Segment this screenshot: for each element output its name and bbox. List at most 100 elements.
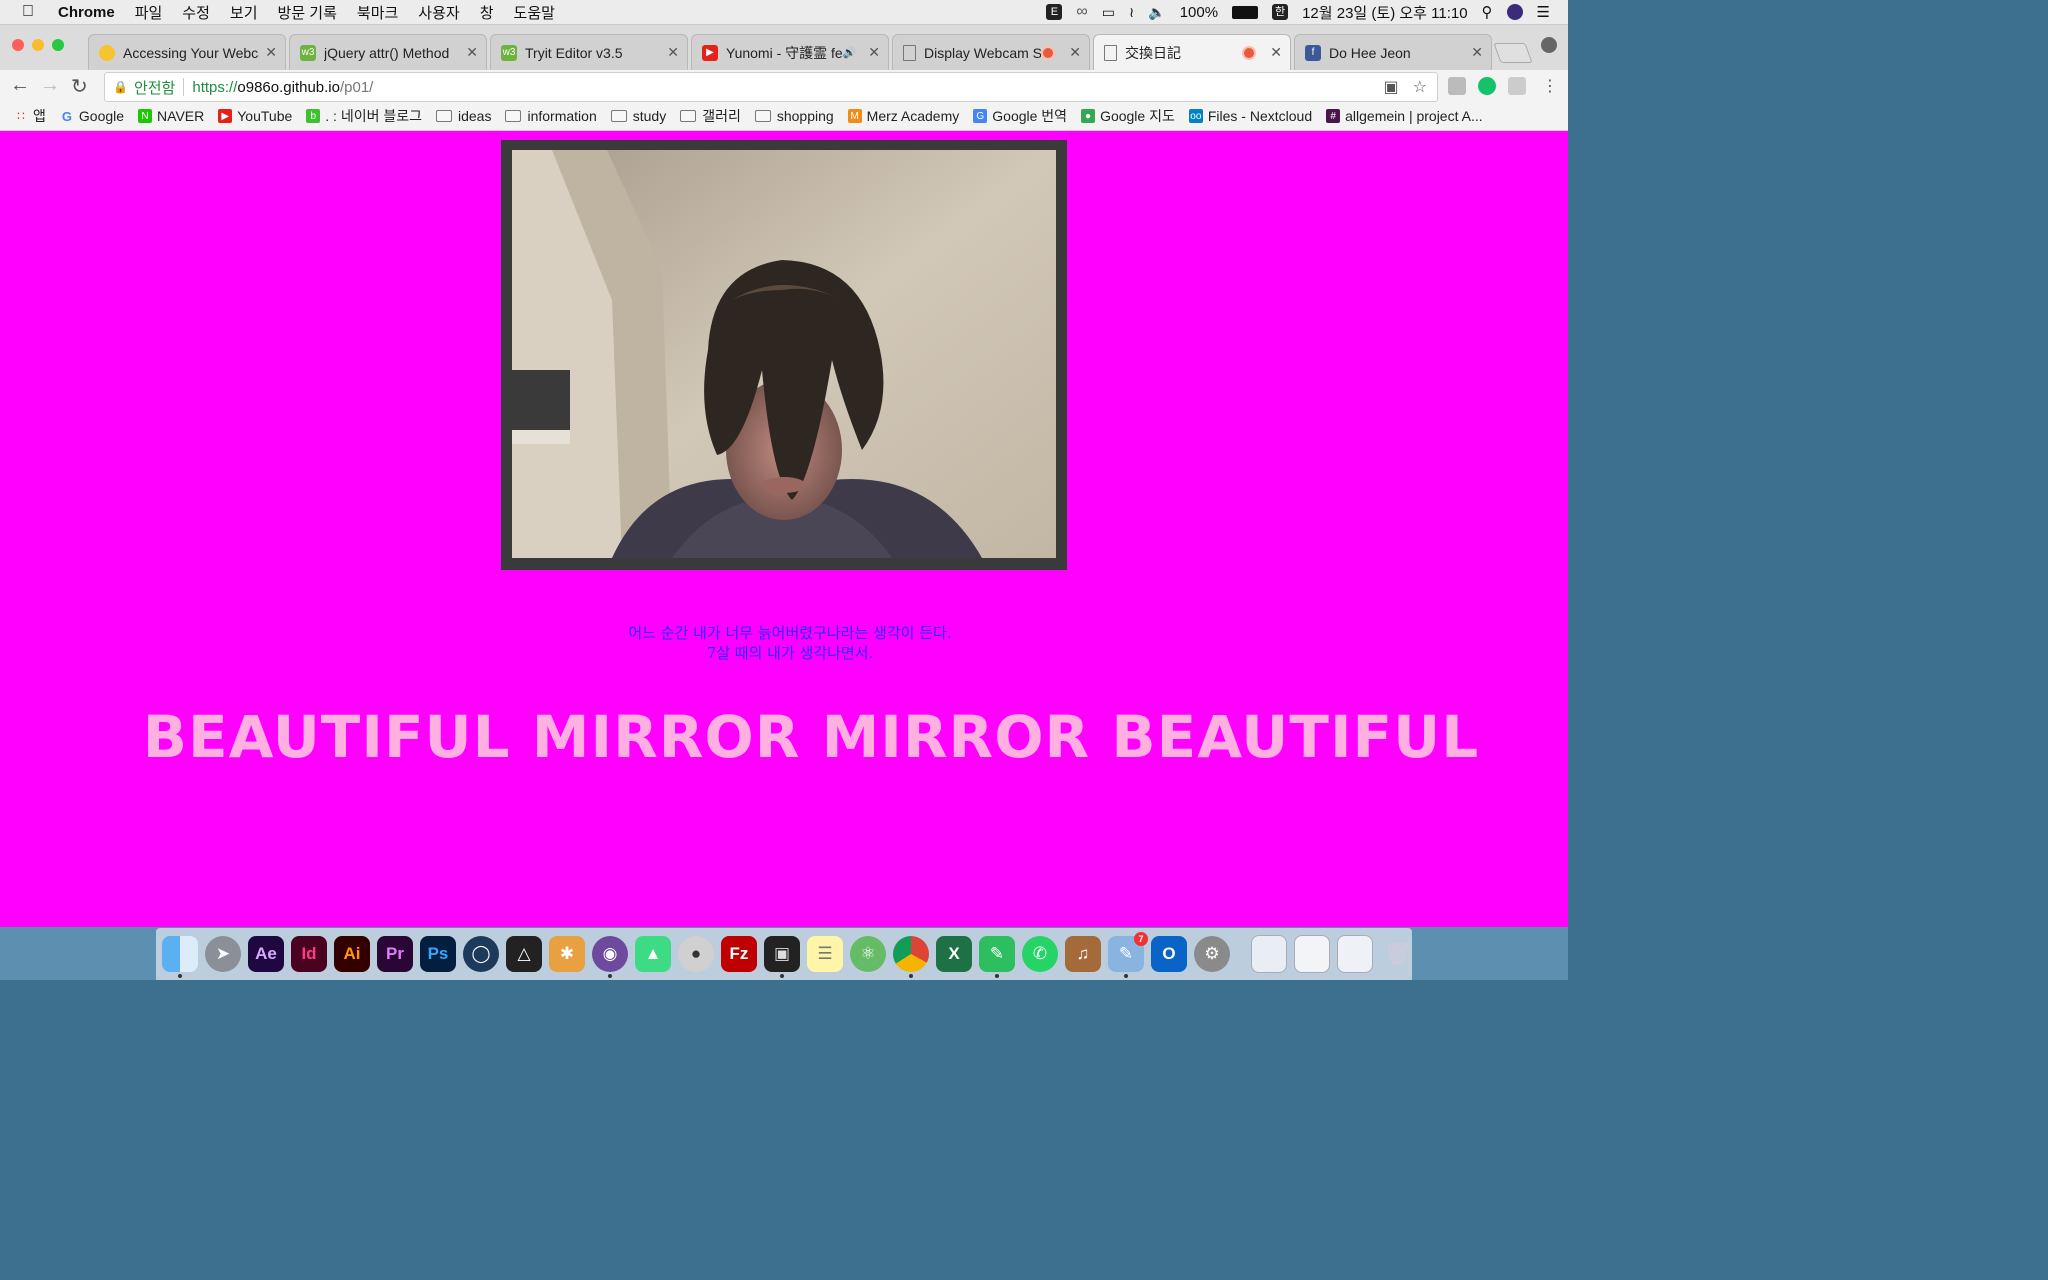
tab-do-hee-jeon[interactable]: f Do Hee Jeon ✕ (1294, 34, 1492, 70)
camera-in-use-icon[interactable]: ▣ (1384, 77, 1399, 97)
photoshop-icon[interactable]: Ps (420, 936, 456, 972)
tab-accessing-webcam[interactable]: Accessing Your Webca ✕ (88, 34, 286, 70)
new-tab-button[interactable] (1493, 43, 1533, 63)
premiere-icon[interactable]: Pr (377, 936, 413, 972)
github-icon[interactable]: ◉ (592, 936, 628, 978)
address-bar[interactable]: 🔒 안전함 https:// o986o.github.io /p01/ ▣ ☆ (104, 72, 1438, 102)
tab-tryit-editor[interactable]: w3 Tryit Editor v3.5 ✕ (490, 34, 688, 70)
close-tab-icon[interactable]: ✕ (868, 44, 880, 61)
bookmark-folder-study[interactable]: study (610, 108, 666, 124)
tab-jquery-attr[interactable]: w3 jQuery attr() Method ✕ (289, 34, 487, 70)
menu-help[interactable]: 도움말 (514, 2, 555, 23)
filezilla-icon[interactable]: Fz (721, 936, 757, 972)
after-effects-icon[interactable]: Ae (248, 936, 284, 972)
launchpad-icon[interactable]: ➤ (205, 936, 241, 972)
reload-icon[interactable]: ↻ (71, 74, 88, 99)
bookmark-folder-information[interactable]: information (505, 108, 597, 124)
zoom-window-button[interactable] (52, 39, 64, 51)
app-menu[interactable]: Chrome (58, 4, 115, 21)
bookmark-google-translate[interactable]: G Google 번역 (973, 106, 1067, 126)
extension-icon[interactable] (1508, 77, 1526, 95)
android-studio-icon[interactable]: ▲ (635, 936, 671, 972)
close-tab-icon[interactable]: ✕ (667, 44, 679, 61)
menu-people[interactable]: 사용자 (418, 2, 459, 23)
lock-icon[interactable]: 🔒 (113, 80, 128, 94)
audio-playing-icon[interactable]: 🔊 (843, 46, 857, 59)
bookmark-apps[interactable]: ∷ 앱 (14, 106, 46, 126)
close-tab-icon[interactable]: ✕ (466, 44, 478, 61)
nextcloud-icon: oo (1188, 109, 1203, 123)
bookmark-merz-academy[interactable]: M Merz Academy (847, 108, 959, 124)
folder-icon (680, 110, 697, 122)
tab-exchange-diary[interactable]: 交換日記 ✕ (1093, 34, 1291, 70)
downloads-stack-icon[interactable] (1251, 935, 1287, 973)
close-tab-icon[interactable]: ✕ (1270, 44, 1282, 61)
processing-icon[interactable]: ▣ (764, 936, 800, 978)
tab-yunomi[interactable]: ▶ Yunomi - 守護霊 feat 🔊 ✕ (691, 34, 889, 70)
wifi-icon[interactable]: ≀ (1129, 4, 1134, 21)
forward-arrow-icon[interactable]: → (40, 74, 60, 97)
extension-icon[interactable] (1448, 77, 1466, 95)
bookmark-star-icon[interactable]: ☆ (1413, 77, 1427, 97)
creative-cloud-tray-icon[interactable]: ∞ (1076, 3, 1087, 21)
evernote-tray-icon[interactable]: E (1046, 4, 1063, 20)
evernote-icon[interactable]: ✎ (979, 936, 1015, 978)
bookmark-folder-ideas[interactable]: ideas (436, 108, 491, 124)
bookmark-folder-gallery[interactable]: 갤러리 (680, 106, 741, 126)
volume-icon[interactable]: 🔈 (1148, 4, 1165, 21)
webcam-video[interactable] (501, 140, 1067, 570)
notification-center-icon[interactable]: ☰ (1537, 3, 1550, 21)
notes-icon[interactable]: ☰ (807, 936, 843, 972)
close-tab-icon[interactable]: ✕ (1069, 44, 1081, 61)
system-preferences-icon[interactable]: ⚙ (1194, 936, 1230, 972)
bookmark-slack-allgemein[interactable]: # allgemein | project A... (1326, 108, 1483, 124)
spotlight-search-icon[interactable]: ⚲ (1482, 3, 1493, 21)
cocktail-icon[interactable]: ✱ (549, 936, 585, 972)
bookmark-naver-blog[interactable]: b. : 네이버 블로그 (306, 106, 422, 126)
whatsapp-icon[interactable]: ✆ (1022, 936, 1058, 972)
bookmark-youtube[interactable]: ▶ YouTube (218, 108, 292, 124)
outlook-icon[interactable]: O (1151, 936, 1187, 972)
preview-icon[interactable]: ✎ 7 (1108, 932, 1148, 978)
menu-history[interactable]: 방문 기록 (278, 2, 337, 23)
documents-stack-icon[interactable] (1294, 935, 1330, 973)
illustrator-icon[interactable]: Ai (334, 936, 370, 972)
airplay-icon[interactable]: ▭ (1102, 4, 1115, 21)
close-tab-icon[interactable]: ✕ (1471, 44, 1483, 61)
menu-window[interactable]: 창 (480, 2, 494, 23)
atom-icon[interactable]: ⚛ (850, 936, 886, 972)
tab-display-webcam[interactable]: Display Webcam Str ✕ (892, 34, 1090, 70)
garageband-icon[interactable]: ♫ (1065, 936, 1101, 972)
minimize-window-button[interactable] (32, 39, 44, 51)
indesign-icon[interactable]: Id (291, 936, 327, 972)
apple-menu-icon[interactable]:  (22, 3, 40, 21)
close-tab-icon[interactable]: ✕ (265, 44, 277, 61)
grammarly-icon[interactable] (1478, 77, 1496, 95)
close-window-button[interactable] (12, 39, 24, 51)
bookmark-google-maps[interactable]: ● Google 지도 (1081, 106, 1175, 126)
menu-view[interactable]: 보기 (230, 2, 258, 23)
siri-icon[interactable] (1506, 4, 1523, 20)
sequel-pro-icon[interactable]: ● (678, 936, 714, 972)
bookmark-folder-shopping[interactable]: shopping (754, 108, 834, 124)
bookmark-google[interactable]: G Google (60, 108, 124, 124)
finder-icon[interactable] (162, 936, 198, 978)
screenshots-stack-icon[interactable] (1337, 935, 1373, 973)
bookmark-naver[interactable]: N NAVER (138, 108, 204, 124)
profile-avatar-icon[interactable] (1541, 37, 1557, 53)
secure-label[interactable]: 안전함 (134, 77, 175, 98)
cinema4d-icon[interactable]: ◯ (463, 936, 499, 972)
unity-icon[interactable]: △ (506, 936, 542, 972)
back-arrow-icon[interactable]: ← (10, 74, 30, 97)
trash-icon[interactable]: 🗑 (1380, 936, 1416, 972)
menu-edit[interactable]: 수정 (182, 2, 210, 23)
battery-icon[interactable] (1232, 5, 1259, 19)
input-source-indicator[interactable]: 한 (1272, 4, 1289, 20)
chrome-menu-icon[interactable]: ⋮ (1542, 76, 1558, 96)
menu-bookmarks[interactable]: 북마크 (357, 2, 398, 23)
chrome-icon[interactable] (893, 936, 929, 978)
clock[interactable]: 12월 23일 (토) 오후 11:10 (1302, 2, 1467, 23)
excel-icon[interactable]: X (936, 936, 972, 972)
menu-file[interactable]: 파일 (135, 2, 163, 23)
bookmark-nextcloud[interactable]: oo Files - Nextcloud (1188, 108, 1312, 124)
